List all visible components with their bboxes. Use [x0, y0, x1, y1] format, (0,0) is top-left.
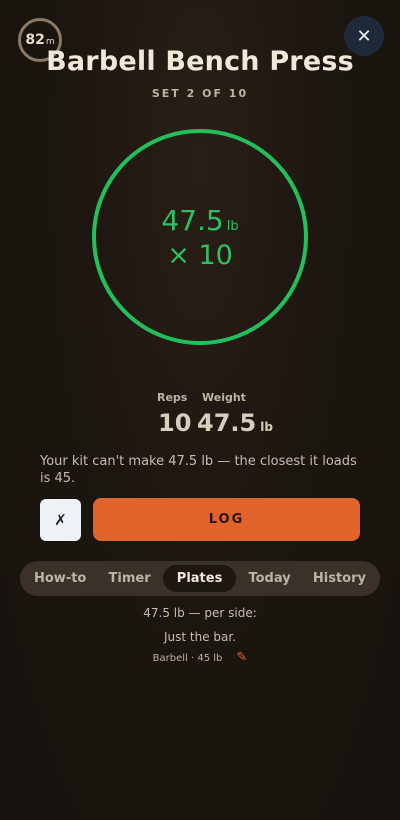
plates-per-side: 47.5 lb — per side: [143, 606, 257, 620]
weight-label: Weight [202, 391, 246, 404]
close-icon: ✕ [356, 25, 372, 47]
reps-label: Reps [157, 391, 188, 404]
weight-value[interactable]: 47.5 lb [197, 409, 273, 437]
bar-info-row: Barbell · 45 lb ✎ [0, 650, 400, 665]
weight-value-unit: lb [260, 420, 273, 434]
weight-value-number: 47.5 [197, 409, 257, 437]
target-weight: 47.5 lb [0, 204, 400, 237]
set-label: SET 2 OF 10 [151, 87, 249, 100]
target-weight-value: 47.5 [161, 204, 224, 237]
target-reps: × 10 [167, 240, 233, 271]
pencil-icon[interactable]: ✎ [236, 650, 247, 665]
bar-info: Barbell · 45 lb [152, 653, 223, 664]
tab-how-to[interactable]: How-to [24, 565, 96, 592]
tab-timer[interactable]: Timer [99, 565, 161, 592]
target-ring [92, 129, 308, 345]
tab-today[interactable]: Today [238, 565, 300, 592]
tab-plates[interactable]: Plates [162, 565, 237, 592]
reps-value[interactable]: 10 [158, 409, 191, 437]
tab-history[interactable]: History [303, 565, 376, 592]
dismiss-button[interactable]: ✗ [40, 499, 81, 541]
tab-bar: How-to Timer Plates Today History [20, 561, 380, 596]
kit-warning: Your kit can't make 47.5 lb — the closes… [40, 454, 357, 486]
exercise-title: Barbell Bench Press [46, 46, 354, 77]
plates-result: Just the bar. [163, 630, 237, 644]
x-icon: ✗ [54, 511, 67, 529]
target-weight-unit: lb [226, 219, 239, 234]
log-button[interactable]: LOG [93, 498, 360, 541]
